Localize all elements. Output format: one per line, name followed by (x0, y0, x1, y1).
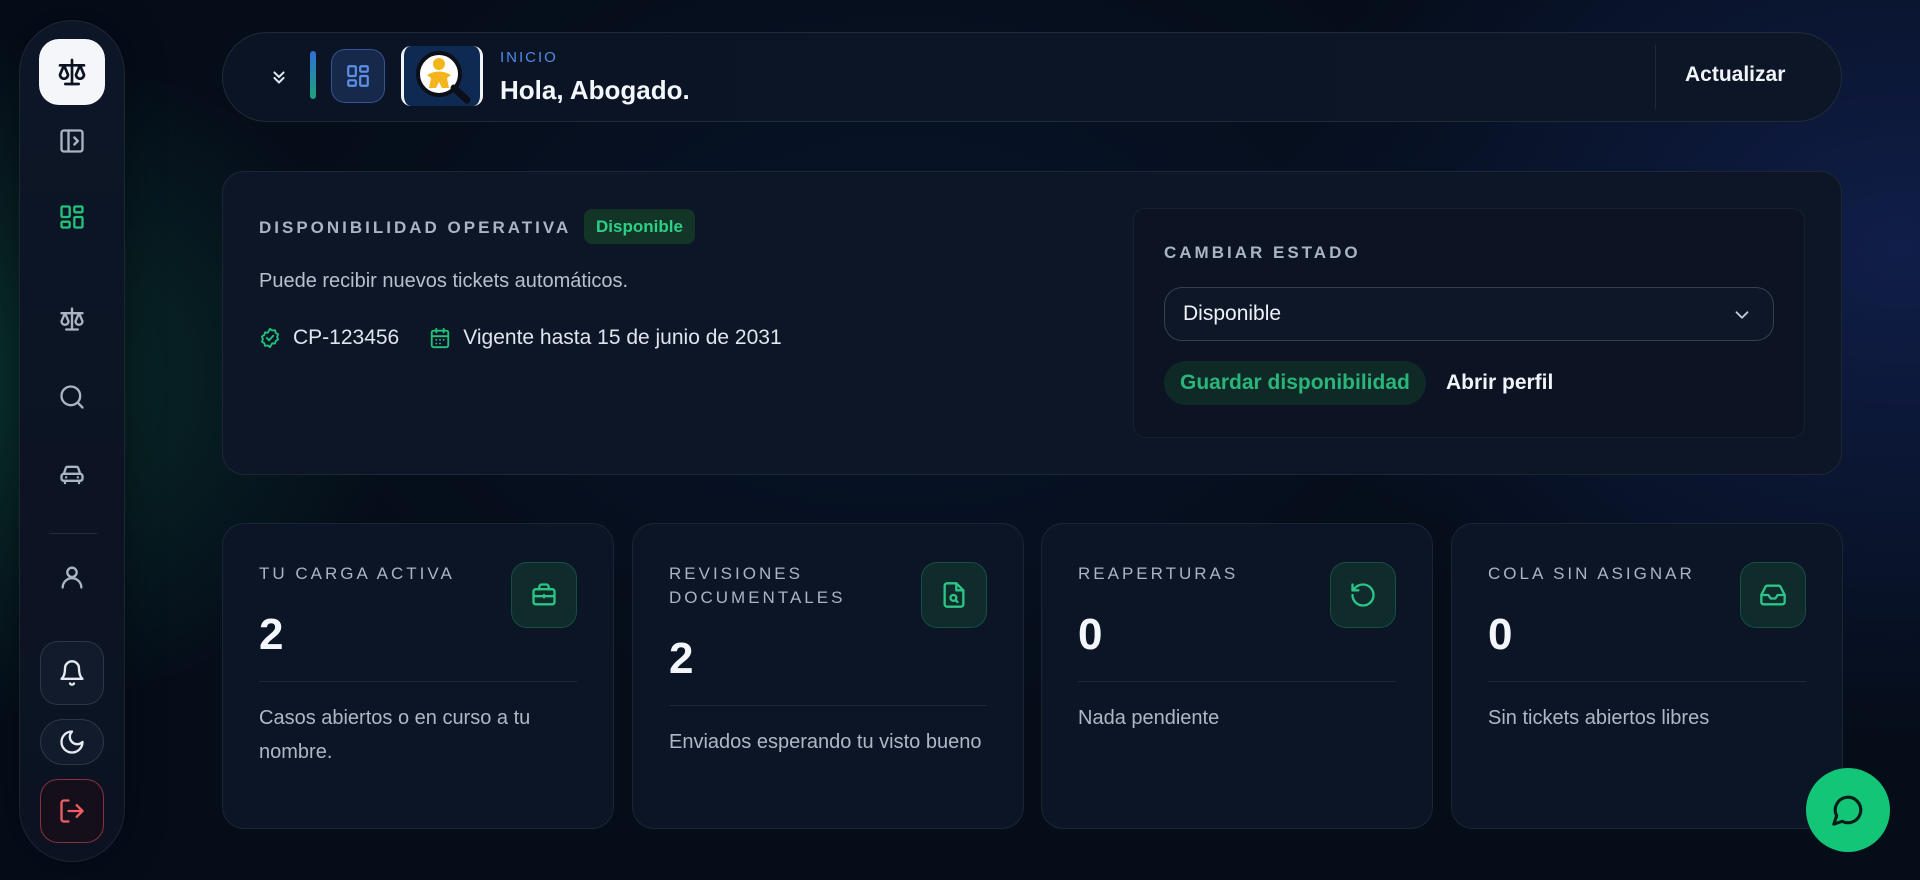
stat-divider (1488, 681, 1806, 682)
status-select-value: Disponible (1183, 302, 1282, 325)
stat-description: Nada pendiente (1078, 707, 1220, 729)
stat-icon-badge (1330, 562, 1396, 628)
file-search-icon (943, 582, 965, 608)
inbox-icon (1760, 584, 1786, 606)
stat-description: Enviados esperando tu visto bueno (669, 731, 982, 753)
collapse-button[interactable] (263, 61, 295, 93)
open-profile-button[interactable]: Abrir perfil (1446, 361, 1553, 405)
sidebar-item-cases[interactable] (40, 287, 104, 351)
chat-button[interactable] (1806, 768, 1890, 852)
logout-button[interactable] (40, 779, 104, 843)
message-circle-icon (1832, 795, 1863, 826)
mascot-magnifier-icon (416, 51, 471, 104)
car-icon (60, 465, 84, 485)
briefcase-icon (532, 583, 556, 606)
stat-label: TU CARGA ACTIVA (259, 564, 455, 583)
moon-icon (60, 730, 84, 754)
badge-check-icon (261, 327, 279, 349)
sidebar-item-search[interactable] (40, 365, 104, 429)
stat-description: Sin tickets abiertos libres (1488, 707, 1710, 729)
stat-description: Casos abiertos o en curso a tu nombre. (259, 707, 531, 763)
change-status-label: CAMBIAR ESTADO (1164, 243, 1361, 262)
calendar-icon (431, 327, 450, 349)
stat-value: 2 (669, 634, 694, 683)
stat-icon-badge (511, 562, 577, 628)
logo-scale-icon[interactable] (39, 39, 105, 105)
theme-toggle-button[interactable] (40, 719, 104, 765)
save-availability-button[interactable]: Guardar disponibilidad (1164, 361, 1426, 405)
validity-text: Vigente hasta 15 de junio de 2031 (463, 326, 782, 349)
sidebar-item-profile[interactable] (40, 545, 104, 609)
page-eyebrow: INICIO (500, 49, 558, 66)
rotate-ccw-icon (1351, 583, 1375, 607)
validity-info: Vigente hasta 15 de junio de 2031 (429, 326, 782, 350)
stat-divider (1078, 681, 1396, 682)
panel-right-icon (60, 129, 84, 153)
toggle-sidebar-button[interactable] (40, 109, 104, 173)
stat-label: REVISIONES DOCUMENTALES (669, 564, 846, 607)
bell-icon (60, 660, 84, 686)
stat-value: 0 (1488, 610, 1513, 659)
change-status-panel: CAMBIAR ESTADO Disponible Guardar dispon… (1133, 208, 1805, 438)
dashboard-button[interactable] (331, 49, 385, 103)
availability-meta: CP-123456 Vigente hasta 15 de junio de 2… (259, 326, 782, 350)
notifications-button[interactable] (40, 641, 104, 705)
stat-value: 0 (1078, 610, 1103, 659)
chevron-down-icon (1735, 311, 1749, 319)
stat-card-document-reviews: REVISIONES DOCUMENTALES 2 Enviados esper… (632, 523, 1024, 829)
top-header: INICIO Hola, Abogado. Actualizar (222, 32, 1842, 122)
logout-icon (60, 799, 84, 823)
sidebar (19, 20, 125, 862)
mascot-logo (401, 46, 483, 106)
stat-divider (669, 705, 987, 706)
stat-icon-badge (1740, 562, 1806, 628)
availability-description: Puede recibir nuevos tickets automáticos… (259, 270, 629, 292)
grid-icon (60, 205, 84, 229)
search-icon (60, 385, 84, 409)
user-icon (61, 566, 83, 589)
grid-icon (347, 65, 369, 87)
sidebar-item-dashboard[interactable] (40, 185, 104, 249)
scale-icon (60, 307, 84, 331)
stat-label: REAPERTURAS (1078, 564, 1239, 583)
refresh-button[interactable]: Actualizar (1685, 63, 1785, 87)
stat-divider (259, 681, 577, 682)
header-accent-bar (310, 51, 316, 99)
license-number: CP-123456 (293, 326, 400, 349)
status-badge: Disponible (584, 209, 695, 244)
availability-card: DISPONIBILIDAD OPERATIVA Disponible Pued… (222, 171, 1842, 475)
page-title: Hola, Abogado. (500, 75, 690, 105)
header-divider (1655, 45, 1656, 109)
chevrons-down-icon (273, 71, 285, 84)
status-select[interactable]: Disponible (1164, 287, 1774, 341)
sidebar-item-vehicles[interactable] (40, 443, 104, 507)
stat-label: COLA SIN ASIGNAR (1488, 564, 1695, 583)
stat-card-reopenings: REAPERTURAS 0 Nada pendiente (1041, 523, 1433, 829)
availability-label: DISPONIBILIDAD OPERATIVA (259, 218, 572, 237)
stat-card-active-load: TU CARGA ACTIVA 2 Casos abiertos o en cu… (222, 523, 614, 829)
license-info: CP-123456 (259, 326, 399, 350)
stat-icon-badge (921, 562, 987, 628)
stat-value: 2 (259, 610, 284, 659)
stat-card-unassigned-queue: COLA SIN ASIGNAR 0 Sin tickets abiertos … (1451, 523, 1843, 829)
sidebar-divider (49, 533, 97, 534)
